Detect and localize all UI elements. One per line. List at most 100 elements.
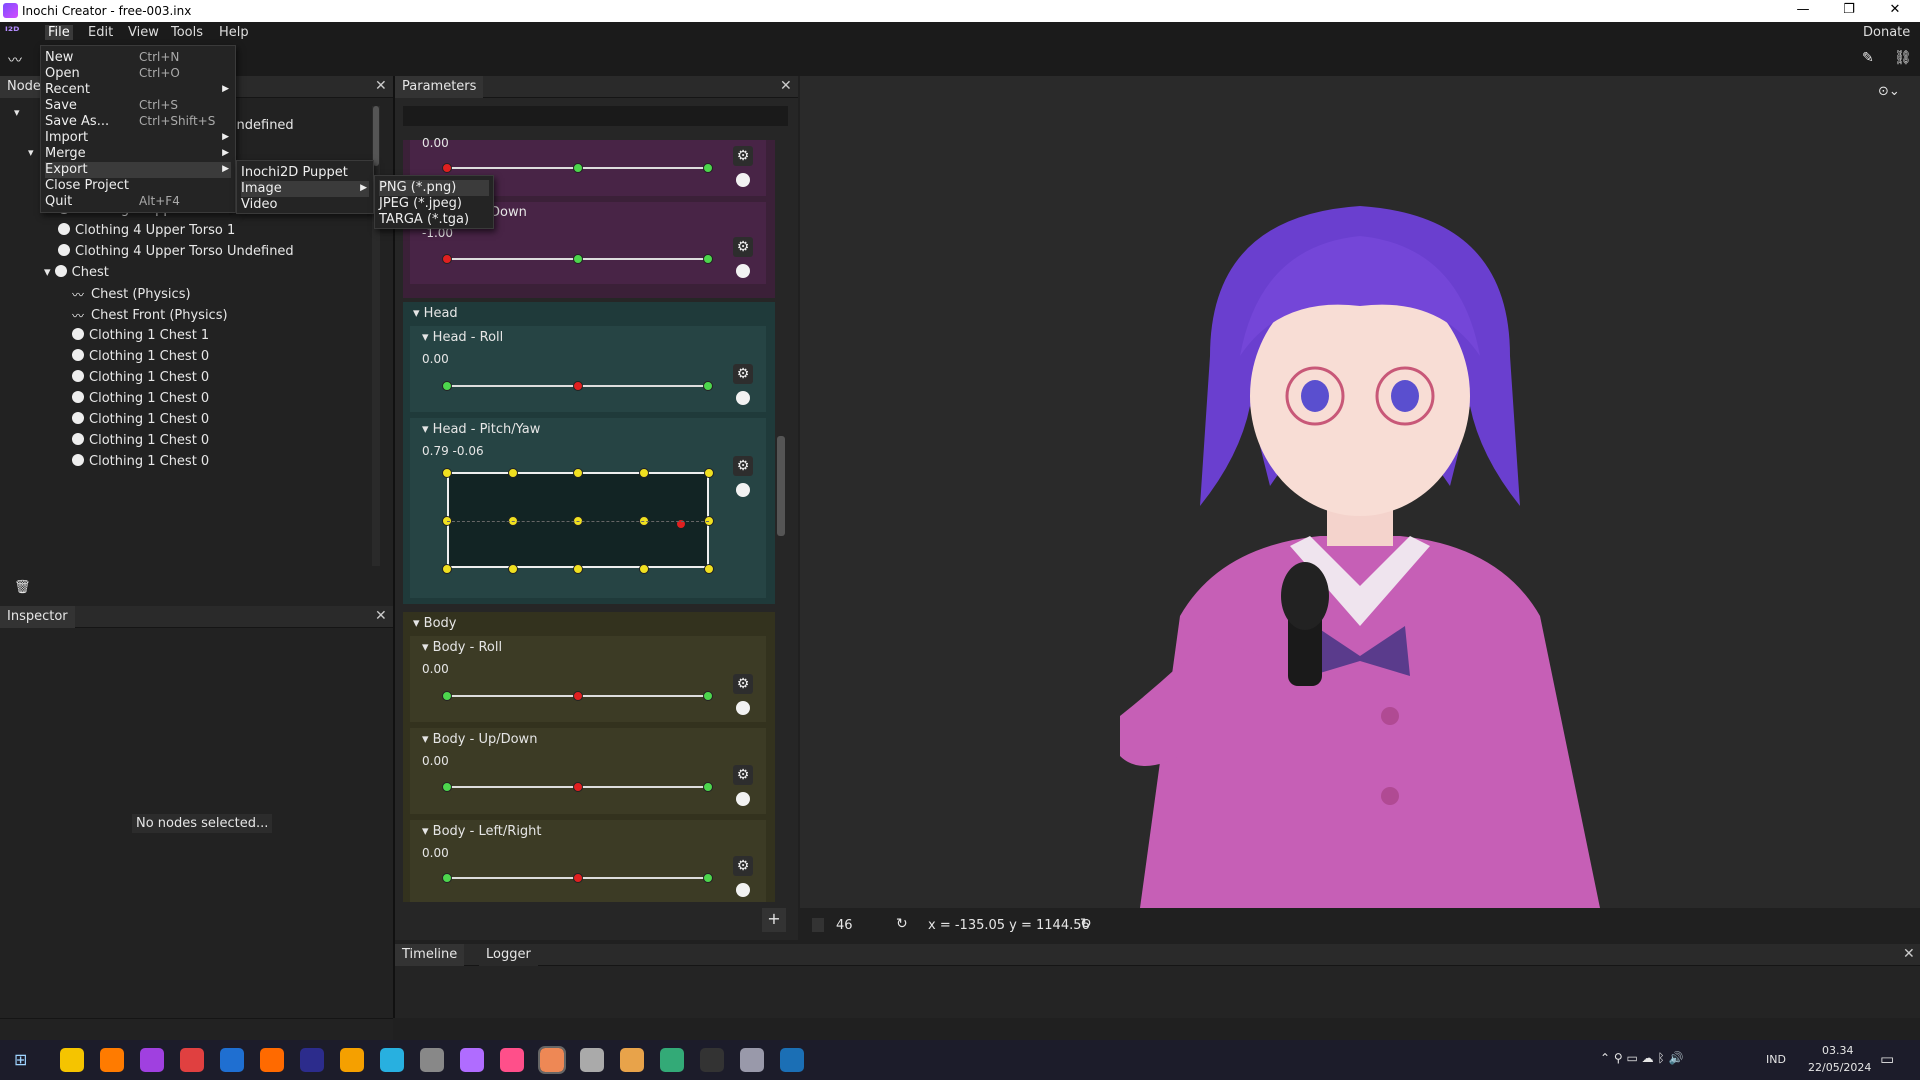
keypoint-dot[interactable] [442, 254, 452, 264]
keypoint-dot[interactable] [442, 691, 452, 701]
zoom-value[interactable]: 46 [836, 918, 853, 933]
file-menu-item[interactable]: Quit Alt+F4 [45, 194, 231, 210]
taskbar-app-icon[interactable] [740, 1048, 764, 1072]
tray-icons[interactable]: ⌃ ⚲ ▭ ☁ ᛒ 🔊 [1600, 1051, 1683, 1065]
keypoint-dot[interactable] [572, 691, 583, 701]
taskbar-app-icon[interactable] [538, 1046, 566, 1074]
record-button[interactable] [736, 701, 750, 715]
keypoint-dot[interactable] [442, 381, 452, 391]
keypoint-dot[interactable] [507, 468, 518, 478]
file-menu-item[interactable]: Open Ctrl+O [45, 66, 231, 82]
keypoint-dot[interactable] [507, 564, 518, 574]
notification-icon[interactable]: ▭ [1880, 1050, 1894, 1068]
record-button[interactable] [736, 173, 750, 187]
root-expand-icon[interactable]: ▾ [14, 106, 20, 119]
gear-icon[interactable]: ⚙ [733, 237, 753, 257]
gear-icon[interactable]: ⚙ [733, 364, 753, 384]
minimize-button[interactable]: — [1780, 0, 1826, 22]
taskbar-app-icon[interactable] [620, 1048, 644, 1072]
record-button[interactable] [736, 264, 750, 278]
clock-time[interactable]: 03.34 [1822, 1044, 1854, 1057]
tab-logger[interactable]: Logger [479, 944, 538, 966]
reset-position-icon[interactable]: ↻ [1080, 916, 1092, 932]
scrollbar-thumb[interactable] [373, 106, 379, 166]
add-parameter-button[interactable]: + [762, 908, 786, 932]
taskbar-app-icon[interactable] [380, 1048, 404, 1072]
keypoint-dot[interactable] [572, 254, 583, 264]
taskbar-app-icon[interactable] [660, 1048, 684, 1072]
keypoint-dot[interactable] [703, 163, 713, 173]
camera-settings-icon[interactable]: ⊙⌄ [1878, 84, 1900, 99]
close-parameters-icon[interactable]: ✕ [780, 78, 792, 94]
file-menu-item[interactable]: Export ▶ [45, 162, 231, 178]
keypoint-dot[interactable] [638, 468, 649, 478]
menu-tools[interactable]: Tools [168, 25, 206, 40]
record-button[interactable] [736, 792, 750, 806]
keypoint-dot[interactable] [638, 564, 649, 574]
keypoint-dot[interactable] [572, 381, 583, 391]
viewport[interactable]: ⊙⌄ [800, 76, 1920, 908]
keypoint-dot[interactable] [442, 564, 452, 574]
tree-node[interactable]: Clothing 1 Chest 0 [72, 454, 209, 475]
tree-node[interactable]: Clothing 4 Upper Torso Undefined [58, 244, 294, 265]
tab-parameters[interactable]: Parameters [395, 76, 484, 98]
close-bottom-panel-icon[interactable]: ✕ [1903, 946, 1915, 962]
link-icon[interactable]: ⛓ [1894, 50, 1912, 66]
image-format-item[interactable]: PNG (*.png) [379, 180, 489, 196]
file-menu-item[interactable]: Import ▶ [45, 130, 231, 146]
file-menu-item[interactable]: Save Ctrl+S [45, 98, 231, 114]
export-menu-item[interactable]: Inochi2D Puppet [241, 165, 369, 181]
donate-link[interactable]: Donate [1860, 25, 1913, 40]
keypoint-dot[interactable] [442, 163, 452, 173]
keypoint-dot[interactable] [573, 564, 583, 574]
taskbar-app-icon[interactable] [260, 1048, 284, 1072]
gear-icon[interactable]: ⚙ [733, 765, 753, 785]
keypoint-dot[interactable] [703, 691, 713, 701]
zoom-checkbox[interactable] [812, 918, 824, 932]
tree-node-chest[interactable]: ▾ Chest [44, 265, 109, 286]
taskbar-app-icon[interactable] [420, 1048, 444, 1072]
parameters-scrollbar[interactable] [777, 436, 785, 536]
taskbar-app-icon[interactable] [220, 1048, 244, 1072]
taskbar-app-icon[interactable] [500, 1048, 524, 1072]
tree-node[interactable]: Clothing 1 Chest 0 [72, 370, 209, 391]
tree-node[interactable]: Clothing 4 Upper Torso 1 [58, 223, 235, 244]
file-menu-item[interactable]: Recent ▶ [45, 82, 231, 98]
tree-node[interactable]: Clothing 1 Chest 0 [72, 433, 209, 454]
keypoint-dot[interactable] [573, 468, 583, 478]
tree-node[interactable]: 〰 Chest Front (Physics) [72, 307, 228, 328]
keypoint-dot[interactable] [442, 468, 452, 478]
menu-file[interactable]: File [45, 25, 73, 40]
keypoint-dot[interactable] [703, 381, 713, 391]
keypoint-dot[interactable] [572, 873, 583, 883]
image-format-item[interactable]: TARGA (*.tga) [379, 212, 489, 228]
file-menu-item[interactable]: Save As... Ctrl+Shift+S [45, 114, 231, 130]
gear-icon[interactable]: ⚙ [733, 456, 753, 476]
keypoint-dot[interactable] [704, 468, 714, 478]
gear-icon[interactable]: ⚙ [733, 146, 753, 166]
keypoint-dot[interactable] [442, 873, 452, 883]
keypoint-dot[interactable] [442, 782, 452, 792]
expand-arrow-icon[interactable]: ▾ [28, 146, 34, 159]
start-icon[interactable]: ⊞ [14, 1050, 27, 1069]
menu-edit[interactable]: Edit [85, 25, 116, 40]
tab-inspector[interactable]: Inspector [0, 606, 75, 628]
file-menu-item[interactable]: Merge ▶ [45, 146, 231, 162]
keypoint-dot[interactable] [703, 873, 713, 883]
export-menu-item[interactable]: Image ▶ [241, 181, 369, 197]
menu-view[interactable]: View [125, 25, 162, 40]
pencil-icon[interactable]: ✎ [1862, 50, 1874, 66]
graph-icon[interactable]: 〰 [8, 50, 22, 70]
tree-node[interactable]: Clothing 1 Chest 0 [72, 391, 209, 412]
menu-help[interactable]: Help [216, 25, 252, 40]
keypoint-dot[interactable] [703, 254, 713, 264]
close-inspector-icon[interactable]: ✕ [375, 608, 387, 624]
file-menu-item[interactable]: Close Project [45, 178, 231, 194]
export-menu-item[interactable]: Video [241, 197, 369, 213]
file-menu-item[interactable]: New Ctrl+N [45, 50, 231, 66]
gear-icon[interactable]: ⚙ [733, 856, 753, 876]
taskbar-app-icon[interactable] [460, 1048, 484, 1072]
record-button[interactable] [736, 391, 750, 405]
tab-timeline[interactable]: Timeline [395, 944, 465, 966]
keypoint-dot[interactable] [572, 782, 583, 792]
